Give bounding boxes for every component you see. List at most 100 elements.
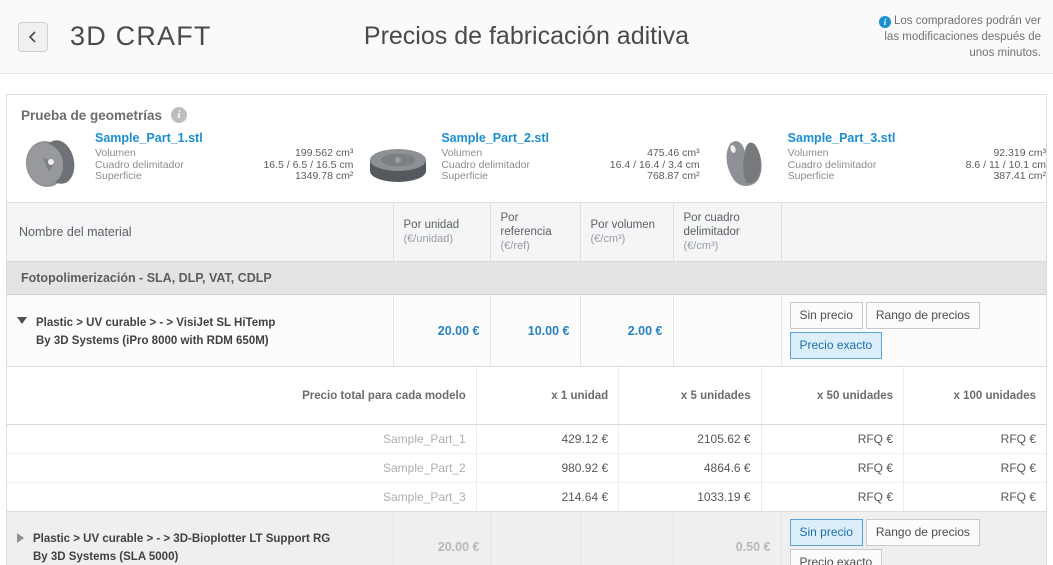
header-label: Por unidad [403,219,460,231]
part-info: Sample_Part_3.stl Volumen 92.319 cm³ Cua… [778,131,1046,192]
pricing-mode-cell: Sin precio Rango de precios Precio exact… [781,294,1046,367]
qty-1-price: 429.12 € [476,423,620,453]
spec-label: Volumen [95,147,136,159]
model-name: Sample_Part_3 [7,481,477,511]
brand-title: 3D CRAFT [70,21,212,51]
header-notice: i Los compradores podrán ver las modifica… [835,13,1041,61]
part-thumbnail-3 [726,141,762,186]
chevron-left-icon [27,30,39,44]
part-name-link[interactable]: Sample_Part_3.stl [788,131,1046,145]
part-item: Sample_Part_1.stl Volumen 199.562 cm³ Cu… [7,131,353,192]
header-per-reference: Por referencia (€/ref) [490,203,581,262]
part-thumbnail-1 [25,140,75,187]
part-thumbnail-2 [370,149,427,182]
geometry-title-text: Prueba de geometrías [21,107,163,123]
qty-50-price: RFQ € [761,481,905,511]
spec-label: Volumen [441,147,483,159]
qty-50-header: x 50 unidades [761,367,905,425]
qty-5-header: x 5 unidades [618,367,762,425]
material-path: Plastic > UV curable > - > VisiJet SL Hi… [36,316,276,329]
expanded-detail-row: Precio total para cada modelo x 1 unidad… [7,366,1046,512]
spec-value: 92.319 cm³ [993,147,1046,159]
qty-100-price: RFQ € [903,423,1046,453]
part-name-link[interactable]: Sample_Part_1.stl [95,131,353,145]
part-item: Sample_Part_2.stl Volumen 475.46 cm³ Cua… [353,131,700,192]
part-item: Sample_Part_3.stl Volumen 92.319 cm³ Cua… [700,131,1046,192]
header-material: Nombre del material [7,203,394,262]
material-cell: Plastic > UV curable > - > 3D-Bioplotter… [7,511,394,565]
spec-label: Superficie [441,170,489,182]
price-per-reference[interactable]: 10.00 € [490,294,581,367]
table-row: Plastic > UV curable > - > VisiJet SL Hi… [7,294,1046,367]
price-per-bounding-box[interactable] [673,294,782,367]
material-cell: Plastic > UV curable > - > VisiJet SL Hi… [7,294,394,367]
part-info: Sample_Part_1.stl Volumen 199.562 cm³ Cu… [85,131,353,192]
notice-line-1: Los compradores podrán ver [893,14,1041,27]
pricing-mode-group: Sin precio Rango de precios Precio exact… [789,302,1006,359]
app-root: 3D CRAFT Precios de fabricación aditiva … [0,0,1053,565]
back-button[interactable] [18,21,48,52]
geometry-check-title: Prueba de geometrías i [7,105,1046,129]
header-label: Por referencia [500,212,552,238]
qty-100-price: RFQ € [903,481,1046,511]
header-label: Por cuadro delimitador [683,212,740,238]
spec-value: 387.41 cm² [993,170,1046,182]
model-price-body: Sample_Part_1 429.12 € 2105.62 € RFQ € R… [7,423,1046,511]
pricing-mode-group: Sin precio Rango de precios Precio exact… [789,518,1006,565]
price-per-volume[interactable] [580,511,674,565]
spec-label: Volumen [787,147,829,159]
price-per-bounding-box[interactable]: 0.50 € [673,511,782,565]
qty-1-price: 214.64 € [476,481,620,511]
header-per-unit: Por unidad (€/unidad) [393,203,491,262]
app-header: 3D CRAFT Precios de fabricación aditiva … [0,0,1053,74]
material-path: Plastic > UV curable > - > 3D-Bioplotter… [33,533,331,545]
header-per-bounding-box: Por cuadro delimitador (€/cm³) [673,203,782,262]
part-name-link[interactable]: Sample_Part_2.stl [441,131,699,145]
no-price-button[interactable]: Sin precio [789,302,863,329]
geometry-check-block: Prueba de geometrías i Sample_Part_1.stl [7,95,1046,203]
price-per-reference[interactable] [490,511,581,565]
qty-1-header: x 1 unidad [476,367,620,425]
spec-surface: Superficie 387.41 cm² [787,170,1046,183]
qty-50-price: RFQ € [761,452,905,482]
pricing-table: Nombre del material Por unidad (€/unidad… [7,203,1046,565]
spec-label: Superficie [787,170,835,182]
spec-value: 1349.78 cm² [294,170,354,182]
qty-100-header: x 100 unidades [903,367,1046,425]
price-range-button[interactable]: Rango de precios [865,302,980,329]
info-icon: i [878,15,891,28]
header-actions [781,203,1046,262]
qty-5-price: 4864.6 € [618,452,762,482]
model-price-title: Precio total para cada modelo [7,367,477,425]
model-name: Sample_Part_2 [7,452,477,482]
model-price-header: Precio total para cada modelo x 1 unidad… [7,367,1046,425]
header-unit: (€/cm³) [683,240,719,252]
expand-collapse-triangle-icon[interactable] [17,533,24,543]
spec-label: Superficie [95,170,142,182]
spec-volume: Volumen 92.319 cm³ [787,147,1046,160]
exact-price-button[interactable]: Precio exacto [789,332,883,359]
section-header-row: Fotopolimerización - SLA, DLP, VAT, CDLP [7,261,1046,295]
header-unit: (€/cm³) [590,233,626,245]
table-header: Nombre del material Por unidad (€/unidad… [7,203,1046,262]
info-icon[interactable]: i [171,107,188,123]
table-body: Fotopolimerización - SLA, DLP, VAT, CDLP… [7,261,1046,565]
spec-value: 199.562 cm³ [294,147,354,159]
model-price-row: Sample_Part_2 980.92 € 4864.6 € RFQ € RF… [7,452,1046,482]
price-per-unit[interactable]: 20.00 € [393,294,491,367]
price-per-volume[interactable]: 2.00 € [580,294,674,367]
notice-line-3: unos minutos. [969,46,1041,59]
price-per-unit[interactable]: 20.00 € [393,511,491,565]
price-range-button[interactable]: Rango de precios [865,518,980,546]
material-vendor: By 3D Systems (SLA 5000) [33,551,179,563]
spec-surface: Superficie 768.87 cm² [441,170,699,183]
pricing-card: Prueba de geometrías i Sample_Part_1.stl [6,94,1047,565]
header-row: Nombre del material Por unidad (€/unidad… [7,203,1046,262]
no-price-button[interactable]: Sin precio [789,518,863,546]
part-info: Sample_Part_2.stl Volumen 475.46 cm³ Cua… [431,131,699,192]
expand-collapse-triangle-icon[interactable] [17,316,27,324]
exact-price-button[interactable]: Precio exacto [789,548,883,565]
spec-volume: Volumen 475.46 cm³ [441,147,699,160]
qty-1-price: 980.92 € [476,452,620,482]
expanded-detail-cell: Precio total para cada modelo x 1 unidad… [7,366,1046,512]
